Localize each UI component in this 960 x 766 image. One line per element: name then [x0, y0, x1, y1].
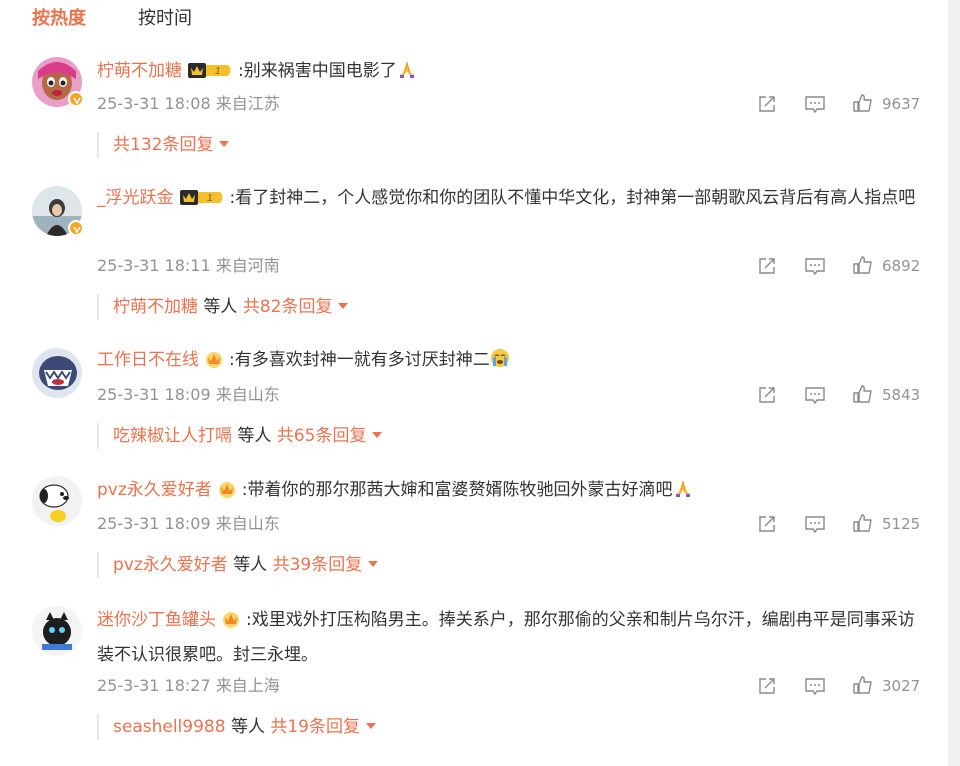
crown-level-badge-icon: 1 — [178, 187, 226, 218]
caret-down-icon[interactable] — [372, 432, 383, 438]
avatar[interactable] — [32, 186, 84, 236]
comment-username[interactable]: _浮光跃金 — [97, 188, 174, 208]
caret-down-icon[interactable] — [366, 723, 376, 729]
comment-location: 来自山东 — [215, 514, 280, 533]
reply-count-link[interactable]: 共132条回复 — [113, 135, 213, 155]
share-icon[interactable] — [756, 675, 778, 697]
tab-by-time[interactable]: 按时间 — [138, 6, 192, 32]
avatar[interactable] — [32, 606, 82, 656]
comment-location: 来自上海 — [215, 676, 280, 695]
reply-sep: 等人 — [203, 297, 238, 317]
reply-summary[interactable]: 共132条回复 — [97, 132, 230, 158]
crown-level-badge-icon: 1 — [186, 60, 234, 91]
reply-sep: 等人 — [230, 717, 265, 737]
avatar[interactable] — [32, 348, 82, 398]
comment-username[interactable]: pvz永久爱好者 — [97, 480, 212, 500]
comment-time: 25-3-31 18:09 — [97, 385, 211, 404]
reply-summary[interactable]: 吃辣椒让人打嗝 等人 共65条回复 — [97, 423, 383, 449]
comment-icon[interactable] — [804, 255, 826, 277]
comment-time: 25-3-31 18:08 — [97, 94, 211, 113]
caret-down-icon[interactable] — [368, 561, 379, 567]
reply-user-link[interactable]: pvz永久爱好者 — [113, 555, 228, 575]
scrollbar[interactable] — [948, 0, 960, 766]
comment-username[interactable]: 柠萌不加糖 — [97, 61, 182, 81]
comment-location: 来自山东 — [215, 385, 280, 404]
reply-user-link[interactable]: 吃辣椒让人打嗝 — [113, 426, 232, 446]
comment-icon[interactable] — [804, 675, 826, 697]
comment-location: 来自江苏 — [215, 94, 280, 113]
comment-username[interactable]: 迷你沙丁鱼罐头 — [97, 610, 216, 630]
reply-user-link[interactable]: 柠萌不加糖 — [113, 297, 198, 317]
pray-emoji-icon — [673, 478, 693, 498]
reply-count-link[interactable]: 共82条回复 — [243, 297, 333, 317]
cry-emoji-icon — [490, 348, 510, 368]
like-count: 5125 — [882, 515, 921, 533]
reply-count-link[interactable]: 共65条回复 — [277, 426, 367, 446]
share-icon[interactable] — [756, 513, 778, 535]
share-icon[interactable] — [756, 384, 778, 406]
caret-down-icon[interactable] — [338, 303, 349, 309]
like-count: 9637 — [882, 95, 921, 113]
reply-sep: 等人 — [233, 555, 268, 575]
verified-badge-icon — [68, 91, 84, 107]
comment-icon[interactable] — [804, 384, 826, 406]
comment-icon[interactable] — [804, 93, 826, 115]
thumbs-up-icon[interactable] — [852, 93, 874, 115]
svg-text:1: 1 — [215, 66, 221, 77]
thumbs-up-icon[interactable] — [852, 384, 874, 406]
like-count: 5843 — [882, 386, 921, 404]
comment-text: 别来祸害中国电影了 — [243, 61, 397, 81]
reply-count-link[interactable]: 共39条回复 — [273, 555, 363, 575]
reply-user-link[interactable]: seashell9988 — [113, 717, 226, 737]
thumbs-up-icon[interactable] — [852, 675, 874, 697]
reply-sep: 等人 — [237, 426, 272, 446]
like-count: 3027 — [882, 677, 921, 695]
share-icon[interactable] — [756, 255, 778, 277]
crown-badge-icon — [216, 479, 238, 510]
svg-text:1: 1 — [207, 193, 213, 204]
share-icon[interactable] — [756, 93, 778, 115]
like-count: 6892 — [882, 257, 921, 275]
comment-icon[interactable] — [804, 513, 826, 535]
avatar[interactable] — [32, 476, 82, 526]
pray-emoji-icon — [397, 59, 417, 79]
reply-count-link[interactable]: 共19条回复 — [270, 717, 360, 737]
crown-badge-icon — [220, 609, 242, 640]
thumbs-up-icon[interactable] — [852, 255, 874, 277]
comment-time: 25-3-31 18:09 — [97, 514, 211, 533]
crown-badge-icon — [203, 349, 225, 380]
comment-text: 有多喜欢封神一就有多讨厌封神二 — [234, 350, 490, 370]
comment-location: 来自河南 — [215, 256, 280, 275]
verified-badge-icon — [68, 220, 84, 236]
tab-by-hot[interactable]: 按热度 — [32, 6, 86, 32]
comment-time: 25-3-31 18:27 — [97, 676, 211, 695]
reply-summary[interactable]: seashell9988 等人 共19条回复 — [97, 714, 376, 740]
comment-text: 带着你的那尔那茜大婶和富婆赘婿陈牧驰回外蒙古好滴吧 — [247, 480, 673, 500]
comment-text: 看了封神二，个人感觉你和你的团队不懂中华文化，封神第一部朝歌风云背后有高人指点吧 — [235, 188, 916, 208]
comment-time: 25-3-31 18:11 — [97, 256, 211, 275]
caret-down-icon[interactable] — [219, 141, 230, 147]
comment-username[interactable]: 工作日不在线 — [97, 350, 199, 370]
avatar[interactable] — [32, 57, 84, 107]
thumbs-up-icon[interactable] — [852, 513, 874, 535]
reply-summary[interactable]: pvz永久爱好者 等人 共39条回复 — [97, 552, 379, 578]
reply-summary[interactable]: 柠萌不加糖 等人 共82条回复 — [97, 294, 349, 320]
